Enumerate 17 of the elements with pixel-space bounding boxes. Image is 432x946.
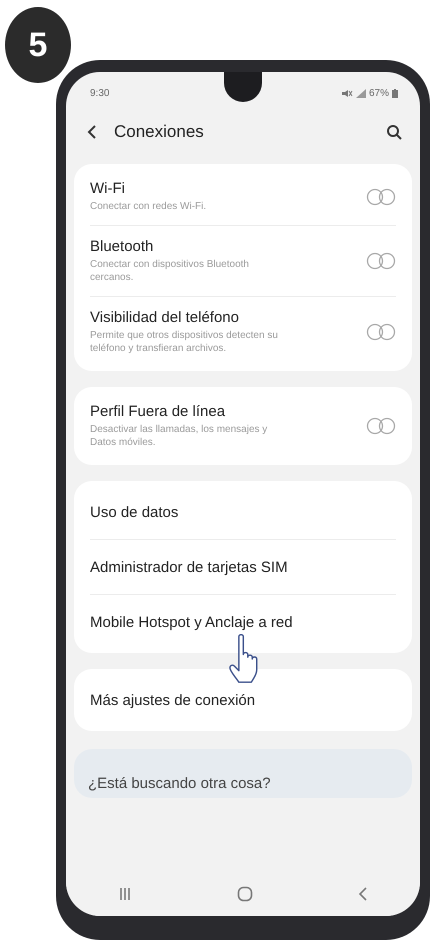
page-title: Conexiones [114,122,205,142]
setting-description: Desactivar las llamadas, los mensajes y Datos móviles. [90,423,268,449]
setting-title[interactable]: Wi-Fi [90,180,350,197]
setting-title[interactable]: Administrador de tarjetas SIM [90,558,396,576]
setting-title[interactable]: Visibilidad del teléfono [90,309,350,326]
setting-description: Conectar con redes Wi-Fi. [90,200,208,213]
setting-title[interactable]: Más ajustes de conexión [90,692,396,708]
step-number-badge: 5 [2,4,74,86]
setting-title[interactable]: Mobile Hotspot y Anclaje a red [90,614,396,630]
setting-description: Conectar con dispositivos Bluetooth cercanos. [90,258,250,284]
suggestion-title: ¿Está buscando otra cosa? [88,775,271,792]
setting-title[interactable]: Uso de datos [90,504,396,520]
battery-level: 67% [368,88,389,98]
status-time: 9:30 [90,88,110,98]
setting-title[interactable]: Perfil Fuera de línea [90,403,350,420]
setting-title[interactable]: Bluetooth [90,238,350,255]
setting-description: Permite que otros dispositivos detecten su teléfono y transfieran archivos. [90,329,279,355]
